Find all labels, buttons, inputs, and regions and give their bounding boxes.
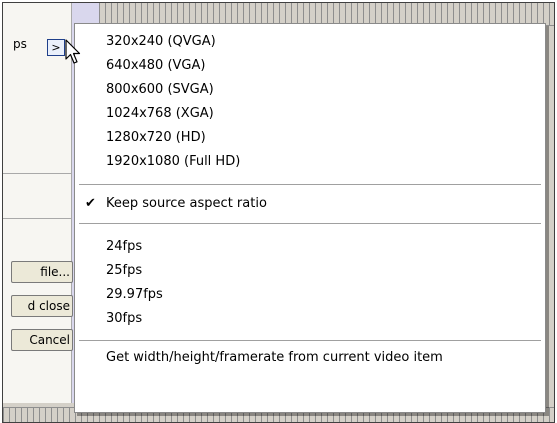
menu-item-vga[interactable]: 640x480 (VGA) [106,56,205,76]
menu-item-30fps[interactable]: 30fps [106,309,142,329]
checkmark-icon: ✔ [85,196,96,211]
menu-separator [79,223,541,224]
cancel-button[interactable]: Cancel [11,329,73,351]
menu-item-qvga[interactable]: 320x240 (QVGA) [106,32,216,52]
menu-item-xga[interactable]: 1024x768 (XGA) [106,104,214,124]
menu-item-from-current-video[interactable]: Get width/height/framerate from current … [106,348,443,368]
menu-item-24fps[interactable]: 24fps [106,237,142,257]
mouse-cursor-icon [65,39,81,64]
menu-separator [79,184,541,185]
menu-separator [79,340,541,341]
menu-item-svga[interactable]: 800x600 (SVGA) [106,80,214,100]
panel-divider [3,173,71,174]
file-button[interactable]: file... [11,261,73,283]
menu-item-25fps[interactable]: 25fps [106,261,142,281]
save-and-close-button[interactable]: d close [11,295,73,317]
panel-divider [3,218,71,219]
resolution-presets-menu: 320x240 (QVGA) 640x480 (VGA) 800x600 (SV… [74,23,546,413]
menu-item-hd[interactable]: 1280x720 (HD) [106,128,206,148]
menu-item-29-97fps[interactable]: 29.97fps [106,285,163,305]
menu-item-full-hd[interactable]: 1920x1080 (Full HD) [106,152,240,172]
fps-label-partial: ps [13,37,27,51]
menu-item-keep-aspect-ratio[interactable]: Keep source aspect ratio [106,194,267,214]
screenshot-frame: ps > file... d close Cancel 320x240 (QVG… [2,2,555,423]
presets-expand-button[interactable]: > [47,39,65,56]
